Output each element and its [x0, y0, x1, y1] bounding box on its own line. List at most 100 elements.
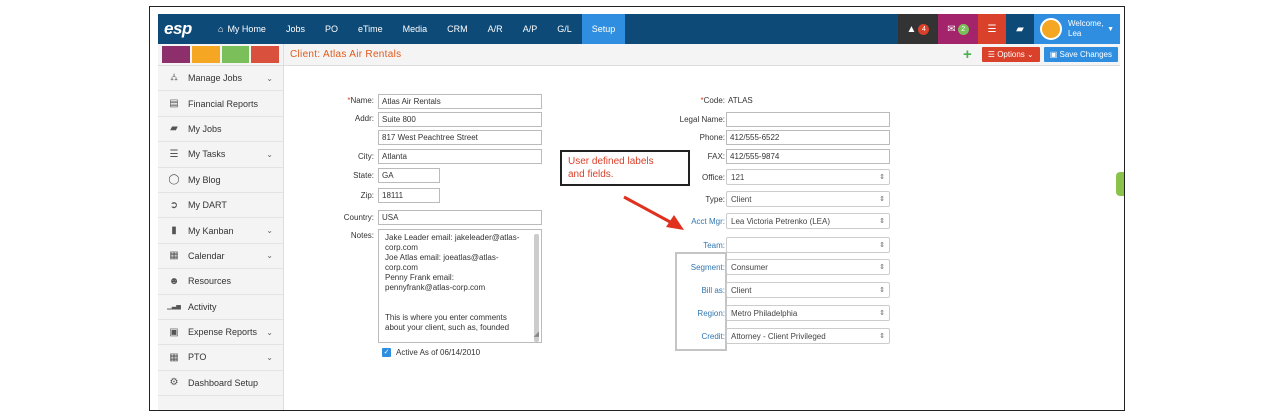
phone-field[interactable]: 412/555-6522: [726, 130, 890, 145]
user-menu[interactable]: Welcome, Lea ▼: [1034, 14, 1120, 44]
legal-name-field[interactable]: [726, 112, 890, 127]
city-field[interactable]: Atlanta: [378, 149, 542, 164]
notes-scrollbar[interactable]: [534, 234, 539, 342]
addr-line2-field[interactable]: 817 West Peachtree Street: [378, 130, 542, 145]
nav-etime[interactable]: eTime: [348, 14, 393, 44]
swatch-orange[interactable]: [191, 46, 220, 63]
notes-line: [385, 303, 525, 313]
sidebar-item-expense-reports[interactable]: ▣ Expense Reports ⌄: [158, 320, 283, 346]
legal-name-label: Legal Name:: [679, 115, 725, 124]
messages-button[interactable]: ✉ 2: [938, 14, 978, 44]
sidebar-item-my-dart[interactable]: ➲ My DART: [158, 193, 283, 219]
users-icon: ☻: [168, 275, 180, 287]
side-drawer-tab[interactable]: [1116, 172, 1124, 196]
credit-label[interactable]: Credit:: [701, 332, 725, 341]
addr-line1-field[interactable]: Suite 800: [378, 112, 542, 127]
fax-field[interactable]: 412/555-9874: [726, 149, 890, 164]
team-label[interactable]: Team:: [703, 241, 725, 250]
type-select[interactable]: Client ⇕: [726, 191, 890, 207]
select-arrows-icon: ⇕: [879, 287, 885, 294]
database-button[interactable]: ☰: [978, 14, 1006, 44]
chevron-down-icon[interactable]: ⌄: [266, 353, 273, 362]
swatch-red[interactable]: [251, 46, 279, 63]
credit-value: Attorney - Client Privileged: [731, 331, 826, 341]
city-label: City:: [358, 152, 374, 161]
nav-ar[interactable]: A/R: [478, 14, 513, 44]
notes-textarea[interactable]: Jake Leader email: jakeleader@atlas-corp…: [378, 229, 542, 343]
avatar: [1040, 18, 1062, 40]
nav-po[interactable]: PO: [315, 14, 348, 44]
nav-jobs[interactable]: Jobs: [276, 14, 315, 44]
save-icon: ▣: [1049, 50, 1058, 59]
notebook-button[interactable]: ▰: [1006, 14, 1034, 44]
nav-setup[interactable]: Setup: [581, 14, 626, 44]
acct-mgr-label[interactable]: Acct Mgr:: [691, 217, 725, 226]
nav-gl[interactable]: G/L: [547, 14, 582, 44]
sidebar-item-calendar[interactable]: ▦ Calendar ⌄: [158, 244, 283, 270]
resize-grip-icon[interactable]: ◢: [534, 330, 539, 340]
chevron-down-icon[interactable]: ⌄: [266, 150, 273, 159]
options-button[interactable]: ☰ Options ⌄: [981, 47, 1040, 62]
bill-as-label[interactable]: Bill as:: [701, 286, 725, 295]
region-select[interactable]: Metro Philadelphia ⇕: [726, 305, 890, 321]
country-field[interactable]: USA: [378, 210, 542, 225]
region-value: Metro Philadelphia: [731, 308, 798, 318]
select-arrows-icon: ⇕: [879, 196, 885, 203]
active-checkbox[interactable]: ✓: [382, 348, 391, 357]
envelope-icon: ✉: [947, 23, 956, 35]
sidebar-item-my-tasks[interactable]: ☰ My Tasks ⌄: [158, 142, 283, 168]
sidebar-item-my-jobs[interactable]: ▰ My Jobs: [158, 117, 283, 143]
active-label: Active As of 06/14/2010: [396, 348, 481, 357]
user-name: Lea: [1068, 29, 1082, 38]
nav-my-home-label: My Home: [227, 24, 266, 34]
nav-media[interactable]: Media: [393, 14, 438, 44]
book-icon: ▰: [1016, 23, 1024, 35]
sidebar-item-my-kanban[interactable]: ▮ My Kanban ⌄: [158, 218, 283, 244]
alerts-button[interactable]: ▲ 4: [898, 14, 938, 44]
sidebar-item-dashboard-setup[interactable]: ⚙ Dashboard Setup: [158, 371, 283, 397]
nav-ap[interactable]: A/P: [513, 14, 548, 44]
swatch-green[interactable]: [221, 46, 250, 63]
credit-select[interactable]: Attorney - Client Privileged ⇕: [726, 328, 890, 344]
team-select[interactable]: ⇕: [726, 237, 890, 253]
acct-mgr-select[interactable]: Lea Victoria Petrenko (LEA) ⇕: [726, 213, 890, 229]
segment-select[interactable]: Consumer ⇕: [726, 259, 890, 275]
sidebar-item-financial-reports[interactable]: ▤ Financial Reports: [158, 91, 283, 117]
tasks-icon: ☰: [169, 148, 179, 160]
chevron-down-icon[interactable]: ⌄: [266, 328, 273, 337]
sidebar-item-label: Resources: [188, 276, 232, 287]
select-arrows-icon: ⇕: [879, 310, 885, 317]
office-select[interactable]: 121 ⇕: [726, 169, 890, 185]
sidebar-item-my-blog[interactable]: ◯ My Blog: [158, 168, 283, 193]
notes-line: about your client, such as, founded: [385, 323, 510, 332]
folder-icon: ▰: [170, 123, 178, 135]
bill-as-select[interactable]: Client ⇕: [726, 282, 890, 298]
page-header: Client: Atlas Air Rentals + ☰ Options ⌄ …: [284, 44, 1120, 66]
callout-arrow-icon: [623, 195, 684, 230]
save-changes-button[interactable]: ▣ Save Changes: [1043, 47, 1118, 62]
office-label: Office:: [702, 173, 725, 182]
nav-my-home[interactable]: ⌂ My Home: [208, 14, 276, 44]
name-field[interactable]: Atlas Air Rentals: [378, 94, 542, 109]
sidebar-item-pto[interactable]: ▦ PTO ⌄: [158, 345, 283, 371]
type-label: Type:: [705, 195, 725, 204]
nav-crm[interactable]: CRM: [437, 14, 478, 44]
state-field[interactable]: GA: [378, 168, 440, 183]
chevron-down-icon[interactable]: ⌄: [266, 251, 273, 260]
esp-logo[interactable]: esp: [158, 19, 208, 39]
screenshot-frame: esp ⌂ My Home Jobs PO eTime Media CRM A/…: [149, 6, 1125, 411]
zip-field[interactable]: 18111: [378, 188, 440, 203]
type-value: Client: [731, 194, 752, 204]
add-plus-icon[interactable]: +: [963, 46, 972, 63]
sidebar-item-resources[interactable]: ☻ Resources: [158, 269, 283, 295]
country-label: Country:: [343, 213, 374, 222]
sidebar-item-activity[interactable]: ▁▃▅ Activity: [158, 295, 283, 320]
sidebar-item-manage-jobs[interactable]: ⛼ Manage Jobs ⌄: [158, 66, 283, 92]
region-label[interactable]: Region:: [697, 309, 725, 318]
home-icon: ⌂: [218, 24, 224, 34]
chevron-down-icon[interactable]: ⌄: [266, 74, 273, 83]
segment-label[interactable]: Segment:: [691, 263, 725, 272]
segment-value: Consumer: [731, 262, 768, 272]
swatch-purple[interactable]: [162, 46, 190, 63]
chevron-down-icon[interactable]: ⌄: [266, 226, 273, 235]
